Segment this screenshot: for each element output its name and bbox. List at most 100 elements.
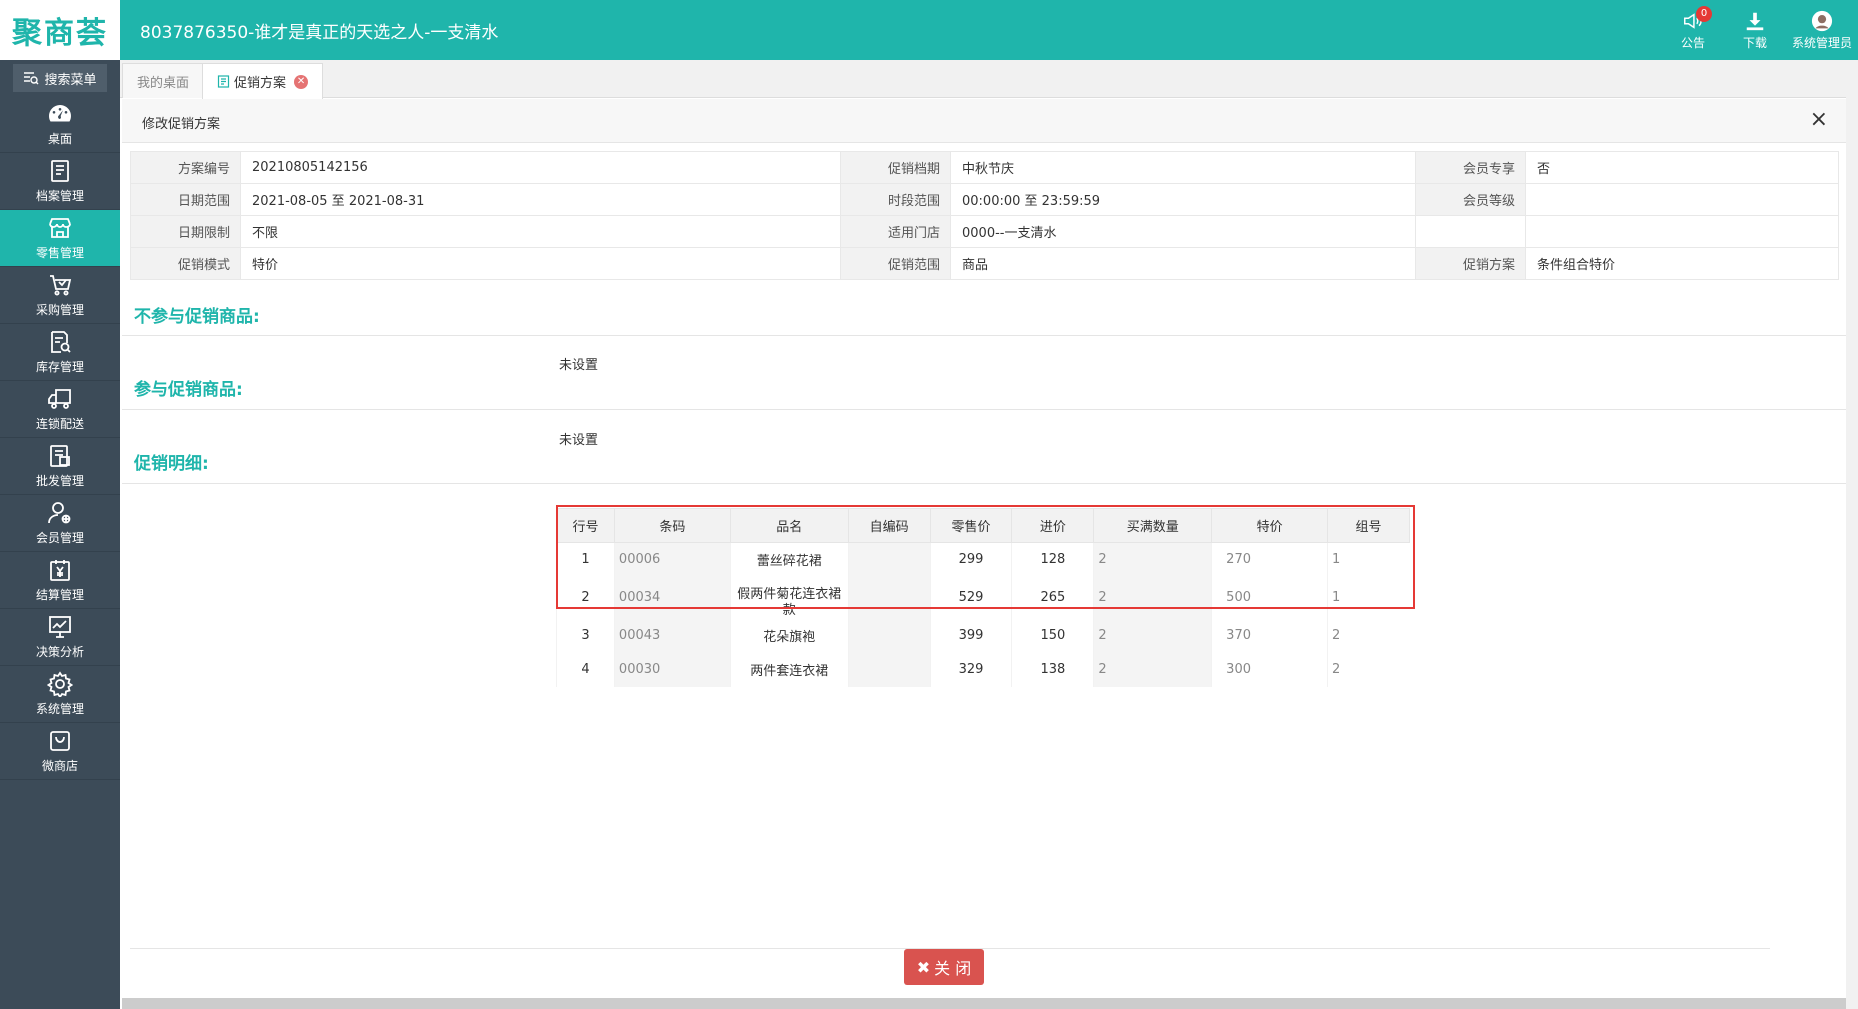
column-header[interactable]: 条码	[613, 508, 731, 543]
table-row[interactable]: 2 00034 假两件菊花连衣裙款 529 265 2 500 1	[556, 576, 1410, 619]
user-menu[interactable]: 系统管理员	[1786, 0, 1858, 60]
sidebar-item-purchase[interactable]: 采购管理	[0, 267, 120, 324]
cell-retail: 399	[929, 618, 1012, 653]
cell-retail: 529	[929, 576, 1012, 619]
cell-group: 1	[1327, 576, 1410, 619]
tab-close-icon[interactable]: ✕	[294, 74, 309, 89]
cell-group: 1	[1327, 542, 1410, 577]
cell-barcode: 00034	[613, 576, 731, 619]
cell-retail: 329	[929, 652, 1012, 687]
sidebar-item-label: 决策分析	[35, 645, 84, 659]
divider	[122, 483, 1846, 484]
info-label: 日期范围	[130, 183, 241, 216]
column-header[interactable]: 组号	[1327, 508, 1410, 543]
sidebar-item-label: 桌面	[47, 132, 72, 146]
info-row: 日期范围 2021-08-05 至 2021-08-31 时段范围 00:00:…	[130, 183, 1839, 216]
sidebar-item-label: 库存管理	[35, 360, 84, 374]
announcement-button[interactable]: 公告 0	[1662, 0, 1724, 60]
column-header[interactable]: 零售价	[929, 508, 1013, 543]
info-label: 适用门店	[840, 215, 951, 248]
info-value: 不限	[240, 215, 841, 248]
cell-special: 500	[1211, 576, 1328, 619]
column-header[interactable]: 进价	[1011, 508, 1095, 543]
dashboard-icon	[49, 105, 71, 122]
cell-name: 花朵旗袍	[729, 618, 849, 653]
sidebar-item-archive[interactable]: 档案管理	[0, 153, 120, 210]
sidebar-item-microshop[interactable]: 微商店	[0, 723, 120, 780]
cell-special: 300	[1211, 652, 1328, 687]
cell-barcode: 00030	[613, 652, 731, 687]
sidebar-item-member[interactable]: 会员管理	[0, 495, 120, 552]
tab-promotion-plan[interactable]: 促销方案 ✕	[202, 63, 324, 99]
sidebar-item-settlement[interactable]: 结算管理	[0, 552, 120, 609]
close-icon[interactable]: ×	[1810, 107, 1828, 132]
table-row[interactable]: 3 00043 花朵旗袍 399 150 2 370 2	[556, 618, 1410, 653]
user-name: 系统管理员	[1791, 35, 1852, 50]
exclude-section-title: 不参与促销商品:	[134, 307, 260, 327]
content-area: 修改促销方案 × 方案编号 20210805142156 促销档期 中秋节庆 会…	[122, 99, 1846, 999]
horizontal-scrollbar[interactable]	[122, 998, 1846, 1009]
info-value: 0000--一支清水	[950, 215, 1416, 248]
info-label: 促销档期	[840, 151, 951, 184]
announcement-label: 公告	[1680, 35, 1705, 50]
search-menu-label: 搜索菜单	[44, 72, 97, 88]
cell-retail: 299	[929, 542, 1012, 577]
info-row: 日期限制 不限 适用门店 0000--一支清水	[130, 215, 1839, 248]
divider	[122, 335, 1846, 336]
sidebar-item-inventory[interactable]: 库存管理	[0, 324, 120, 381]
sidebar-item-distribution[interactable]: 连锁配送	[0, 381, 120, 438]
cell-name: 蕾丝碎花裙	[729, 542, 849, 577]
info-value: 条件组合特价	[1525, 247, 1839, 280]
sidebar-item-label: 零售管理	[35, 246, 84, 260]
gear-icon	[47, 671, 73, 697]
column-header[interactable]: 自编码	[847, 508, 931, 543]
cell-barcode: 00006	[613, 542, 731, 577]
cell-code	[847, 542, 931, 577]
cell-qty: 2	[1093, 618, 1212, 653]
cell-no: 1	[556, 542, 615, 577]
sidebar-item-label: 会员管理	[35, 531, 84, 545]
tab-label: 促销方案	[234, 76, 287, 91]
vertical-scrollbar[interactable]	[1846, 60, 1858, 1009]
sidebar-item-retail[interactable]: 零售管理	[0, 210, 120, 267]
sidebar-item-label: 微商店	[41, 759, 78, 773]
info-value	[1525, 183, 1839, 216]
exclude-value: 未设置	[559, 358, 599, 373]
include-value: 未设置	[559, 433, 599, 448]
info-label: 时段范围	[840, 183, 951, 216]
tab-my-desktop[interactable]: 我的桌面	[122, 63, 205, 98]
document-icon	[217, 75, 230, 88]
promotion-info-table: 方案编号 20210805142156 促销档期 中秋节庆 会员专享 否 日期范…	[130, 151, 1839, 280]
cart-icon	[50, 275, 72, 296]
close-x-icon: ✖	[916, 957, 931, 977]
shop-bag-icon	[50, 731, 70, 751]
cell-cost: 150	[1011, 618, 1094, 653]
column-header[interactable]: 特价	[1211, 508, 1329, 543]
column-header[interactable]: 品名	[729, 508, 849, 543]
archive-icon	[51, 160, 69, 182]
info-row: 方案编号 20210805142156 促销档期 中秋节庆 会员专享 否	[130, 151, 1839, 184]
promotion-detail-table: 行号 条码 品名 自编码 零售价 进价 买满数量 特价 组号 1 00006 蕾…	[556, 508, 1410, 687]
cell-special: 270	[1211, 542, 1328, 577]
cell-special: 370	[1211, 618, 1328, 653]
info-label: 促销方案	[1415, 247, 1526, 280]
column-header[interactable]: 买满数量	[1093, 508, 1213, 543]
app-logo[interactable]: 聚商荟	[0, 0, 120, 60]
sidebar-item-label: 结算管理	[35, 588, 84, 602]
column-header[interactable]: 行号	[556, 508, 615, 543]
cell-qty: 2	[1093, 652, 1212, 687]
sidebar-item-desktop[interactable]: 桌面	[0, 96, 120, 153]
tab-label: 我的桌面	[137, 75, 190, 91]
sidebar-item-wholesale[interactable]: 批发管理	[0, 438, 120, 495]
table-row[interactable]: 1 00006 蕾丝碎花裙 299 128 2 270 1	[556, 542, 1410, 577]
table-row[interactable]: 4 00030 两件套连衣裙 329 138 2 300 2	[556, 652, 1410, 687]
close-button[interactable]: ✖ 关 闭	[904, 949, 984, 985]
top-bar: 聚商荟 8037876350-谁才是真正的天选之人-一支清水 公告 0 下载 系…	[0, 0, 1858, 60]
sidebar-item-system[interactable]: 系统管理	[0, 666, 120, 723]
download-button[interactable]: 下载	[1724, 0, 1786, 60]
cell-name: 两件套连衣裙	[729, 652, 849, 687]
sidebar-item-analysis[interactable]: 决策分析	[0, 609, 120, 666]
info-label	[1415, 215, 1526, 248]
cell-qty: 2	[1093, 542, 1212, 577]
search-menu-button[interactable]: 搜索菜单	[13, 64, 107, 92]
